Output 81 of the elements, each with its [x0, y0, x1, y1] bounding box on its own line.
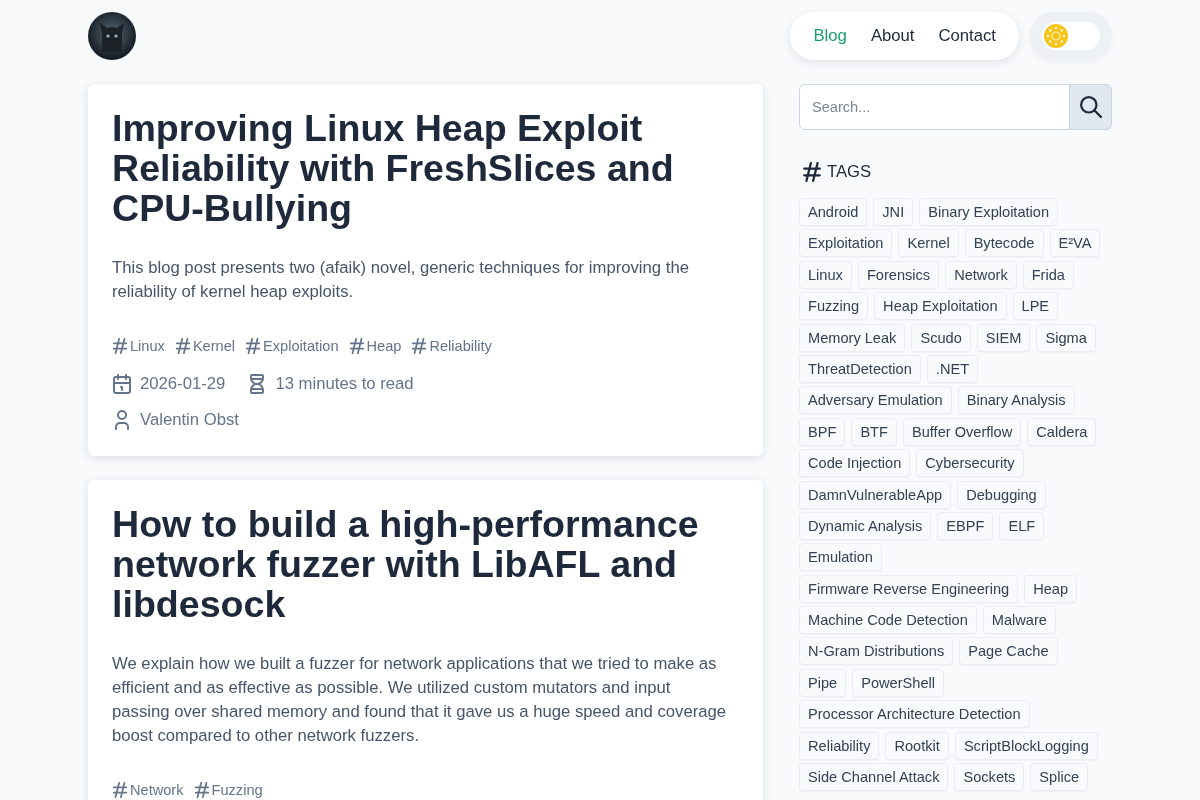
tag-link[interactable]: Network	[112, 780, 184, 800]
tag-link[interactable]: BPF	[799, 417, 846, 446]
tag-link[interactable]: Processor Architecture Detection	[799, 700, 1030, 729]
hash-icon	[112, 338, 128, 354]
tag-link[interactable]: Memory Leak	[799, 323, 906, 352]
reading-time: 13 minutes to read	[275, 373, 414, 395]
tag-link[interactable]: Machine Code Detection	[799, 606, 977, 635]
search-button[interactable]	[1070, 84, 1112, 130]
tag-link[interactable]: Frida	[1022, 260, 1074, 289]
tag-link[interactable]: Adversary Emulation	[799, 386, 952, 415]
tag-link[interactable]: Scudo	[911, 323, 971, 352]
tag-link[interactable]: SIEM	[976, 323, 1031, 352]
tag-link[interactable]: BTF	[851, 417, 897, 446]
tag-link[interactable]: Dynamic Analysis	[799, 511, 932, 540]
tag-link[interactable]: PowerShell	[852, 668, 945, 697]
hash-icon	[348, 338, 365, 354]
tag-link[interactable]: Kernel	[898, 229, 959, 258]
tag-link[interactable]: EBPF	[937, 511, 994, 540]
tag-link[interactable]: Heap Exploitation	[874, 292, 1007, 321]
tag-link[interactable]: DamnVulnerableApp	[799, 480, 952, 509]
tag-link[interactable]: Rootkit	[885, 731, 949, 760]
hash-icon	[174, 338, 191, 354]
tag-link[interactable]: .NET	[926, 354, 979, 383]
hash-icon	[411, 338, 428, 354]
tag-link[interactable]: Forensics	[857, 260, 940, 289]
hash-icon	[803, 162, 821, 182]
nav-link[interactable]: About	[870, 24, 915, 48]
tag-link[interactable]: N-Gram Distributions	[799, 637, 954, 666]
tag-link[interactable]: Splice	[1030, 763, 1089, 792]
post-date: 2026-01-29	[140, 373, 226, 395]
tag-link[interactable]: Page Cache	[959, 637, 1058, 666]
tag-link[interactable]: ThreatDetection	[799, 354, 921, 383]
tag-link[interactable]: Binary Exploitation	[919, 198, 1059, 226]
tag-link[interactable]: Android	[799, 198, 868, 226]
search-field[interactable]: Search...	[799, 84, 1070, 130]
hash-icon	[193, 782, 210, 798]
user-icon	[112, 410, 132, 430]
tag-link[interactable]: Reliability	[411, 336, 492, 356]
tag-link[interactable]: Fuzzing	[193, 780, 263, 800]
theme-toggle[interactable]	[1030, 12, 1112, 60]
post-title[interactable]: Improving Linux Heap Exploit Reliability with FreshSlices and CPU-Bullying	[112, 108, 739, 228]
tag-link[interactable]: Pipe	[799, 668, 847, 697]
tag-link[interactable]: Linux	[112, 336, 165, 356]
tag-link[interactable]: Sockets	[954, 763, 1025, 792]
tag-link[interactable]: Kernel	[174, 336, 236, 356]
hash-icon	[245, 338, 262, 354]
tag-link[interactable]: Heap	[1024, 574, 1078, 603]
post-summary: This blog post presents two (afaik) novel, generic techniques for improving the reliability of kernel heap exploits.	[112, 257, 690, 303]
tag-link[interactable]: Firmware Reverse Engineering	[799, 574, 1019, 603]
post-summary: We explain how we built a fuzzer for network applications that we tried to make as efficient and as effective as possible. We utilized custom mutators and input passing over shared memory and found that it gave us a huge speed and coverage boost compared to other network fuzzers.	[112, 653, 728, 747]
tag-link[interactable]: JNI	[873, 198, 914, 226]
tag-link[interactable]: Exploitation	[799, 229, 893, 258]
tag-link[interactable]: ScriptBlockLogging	[954, 731, 1098, 760]
tag-link[interactable]: Heap	[348, 336, 402, 356]
calendar-icon	[112, 374, 132, 394]
post-title[interactable]: How to build a high-performance network fuzzer with LibAFL and libdesock	[112, 504, 739, 624]
nav-link[interactable]: Contact	[938, 24, 996, 48]
tag-link[interactable]: Cybersecurity	[916, 449, 1024, 478]
tag-link[interactable]: ELF	[999, 511, 1045, 540]
tag-link[interactable]: Fuzzing	[799, 292, 869, 321]
tag-link[interactable]: Reliability	[799, 731, 880, 760]
tag-link[interactable]: Code Injection	[799, 449, 911, 478]
tag-link[interactable]: Bytecode	[964, 229, 1044, 258]
search-icon	[1079, 96, 1102, 118]
tag-link[interactable]: Exploitation	[245, 336, 339, 356]
tag-link[interactable]: E²VA	[1049, 229, 1101, 258]
tag-link[interactable]: Linux	[799, 260, 852, 289]
hash-icon	[112, 782, 128, 798]
tag-link[interactable]: Binary Analysis	[957, 386, 1075, 415]
tag-link[interactable]: Buffer Overflow	[902, 417, 1022, 446]
tag-link[interactable]: Caldera	[1027, 417, 1097, 446]
tag-link[interactable]: Debugging	[957, 480, 1046, 509]
tag-link[interactable]: Malware	[982, 606, 1056, 635]
tag-link[interactable]: Sigma	[1036, 323, 1096, 352]
tag-link[interactable]: Side Channel Attack	[799, 763, 949, 792]
tag-link[interactable]: LPE	[1012, 292, 1059, 321]
tag-link[interactable]: Emulation	[799, 543, 882, 572]
tags-heading: TAGS	[827, 161, 872, 183]
tag-link[interactable]: Network	[945, 260, 1017, 289]
cat-logo-icon[interactable]	[88, 12, 136, 60]
post-author: Valentin Obst	[140, 409, 239, 431]
